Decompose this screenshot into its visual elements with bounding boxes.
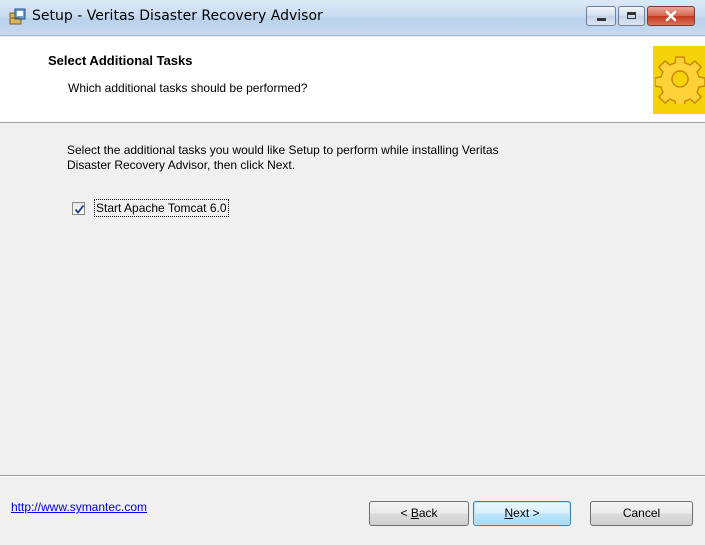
cancel-button[interactable]: Cancel xyxy=(590,501,693,526)
instructions-text: Select the additional tasks you would li… xyxy=(67,143,647,173)
start-tomcat-checkbox[interactable] xyxy=(72,202,85,215)
next-label: Next xyxy=(504,506,530,520)
page-subtitle: Which additional tasks should be perform… xyxy=(68,81,308,95)
setup-box-icon xyxy=(9,8,26,25)
start-tomcat-label[interactable]: Start Apache Tomcat 6.0 xyxy=(94,199,229,217)
next-suffix: > xyxy=(529,506,540,520)
symantec-link[interactable]: http://www.symantec.com xyxy=(11,500,147,514)
minimize-icon xyxy=(597,18,606,21)
cancel-label: Cancel xyxy=(622,506,661,520)
back-prefix: < xyxy=(400,506,411,520)
setup-window: Setup - Veritas Disaster Recovery Adviso… xyxy=(0,0,705,545)
maximize-icon xyxy=(627,12,636,19)
close-button[interactable] xyxy=(647,6,695,26)
minimize-button[interactable] xyxy=(586,6,616,26)
footer-divider xyxy=(0,475,705,477)
back-button[interactable]: < Back xyxy=(369,501,469,526)
next-button[interactable]: Next > xyxy=(473,501,571,526)
window-title: Setup - Veritas Disaster Recovery Adviso… xyxy=(32,8,323,24)
page-title: Select Additional Tasks xyxy=(48,53,193,68)
checkmark-icon xyxy=(74,204,85,214)
gear-icon xyxy=(655,56,705,104)
header-image xyxy=(653,46,705,114)
instructions-line-2: Disaster Recovery Advisor, then click Ne… xyxy=(67,158,296,172)
title-bar[interactable]: Setup - Veritas Disaster Recovery Adviso… xyxy=(0,0,705,36)
close-icon xyxy=(665,10,677,22)
back-label: Back xyxy=(410,506,438,520)
wizard-header: Select Additional Tasks Which additional… xyxy=(0,37,705,123)
instructions-line-1: Select the additional tasks you would li… xyxy=(67,143,499,157)
maximize-button[interactable] xyxy=(618,6,645,26)
